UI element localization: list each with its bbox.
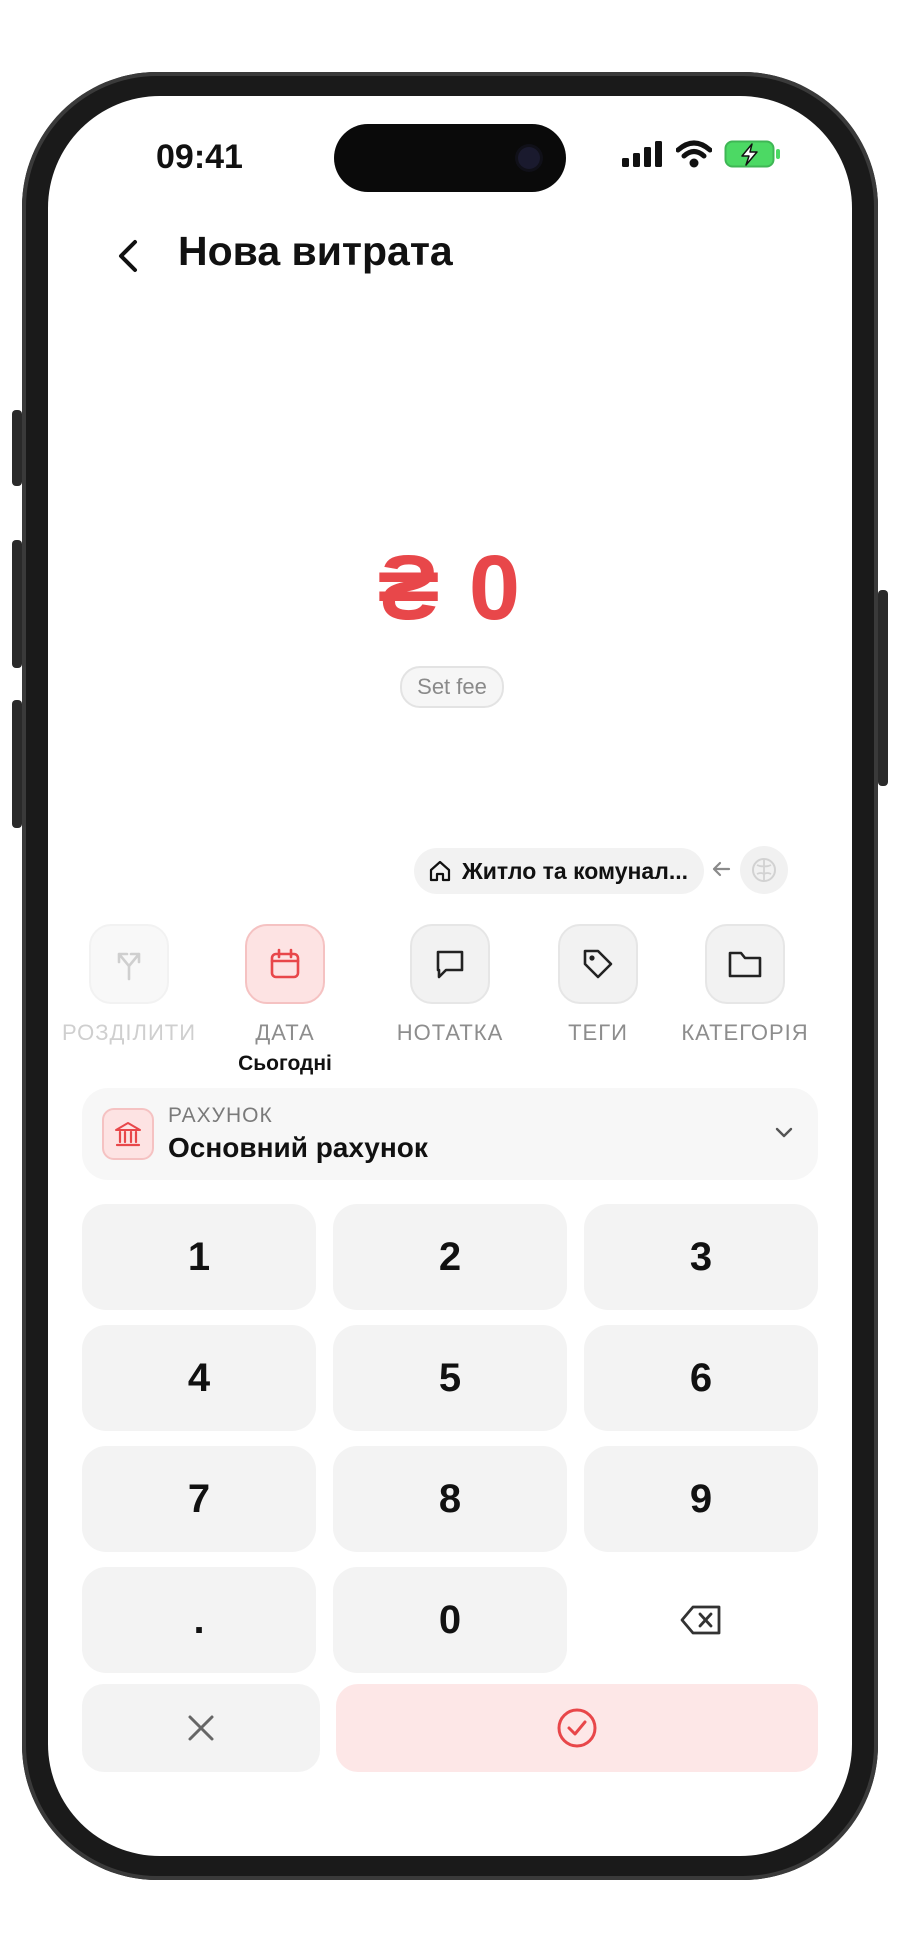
calendar-icon	[270, 948, 300, 979]
power-button	[878, 590, 888, 786]
category-label: КАТЕГОРІЯ	[681, 1020, 809, 1045]
arrow-left-icon	[710, 858, 732, 885]
volume-down-button	[12, 700, 22, 828]
key-decimal[interactable]: .	[82, 1567, 316, 1673]
backspace-button[interactable]	[584, 1567, 818, 1673]
ai-suggest-button[interactable]	[740, 846, 788, 894]
key-4[interactable]: 4	[82, 1325, 316, 1431]
key-9[interactable]: 9	[584, 1446, 818, 1552]
key-0[interactable]: 0	[333, 1567, 567, 1673]
front-camera	[518, 147, 540, 169]
date-label: ДАТА	[255, 1020, 315, 1045]
key-3[interactable]: 3	[584, 1204, 818, 1310]
category-suggestion-label: Житло та комунал...	[462, 857, 689, 884]
category-suggestion-chip[interactable]: Житло та комунал...	[414, 848, 705, 894]
close-icon	[188, 1715, 214, 1741]
chevron-left-icon	[119, 240, 137, 272]
confirm-button[interactable]	[336, 1684, 818, 1772]
split-arrow-icon	[117, 952, 141, 981]
note-label: НОТАТКА	[396, 1020, 504, 1045]
split-button[interactable]: РОЗДІЛИТИ	[54, 924, 204, 1046]
page-title: Нова витрата	[178, 228, 453, 274]
status-icons	[622, 140, 782, 168]
key-8[interactable]: 8	[333, 1446, 567, 1552]
cellular-signal-icon	[622, 141, 662, 167]
account-label: РАХУНОК	[168, 1104, 273, 1127]
brain-icon	[752, 858, 776, 882]
key-6[interactable]: 6	[584, 1325, 818, 1431]
message-icon	[436, 950, 464, 979]
key-5[interactable]: 5	[333, 1325, 567, 1431]
tags-button[interactable]: ТЕГИ	[523, 924, 673, 1046]
set-fee-button[interactable]: Set fee	[400, 666, 504, 708]
key-7[interactable]: 7	[82, 1446, 316, 1552]
volume-up-button	[12, 540, 22, 668]
tag-icon	[583, 949, 613, 979]
folder-icon	[728, 951, 762, 978]
amount-display[interactable]: ₴ 0	[48, 536, 852, 641]
date-button[interactable]: ДАТА Сьогодні	[210, 924, 360, 1076]
split-label: РОЗДІЛИТИ	[61, 1020, 197, 1045]
home-icon	[429, 860, 451, 882]
tags-label: ТЕГИ	[568, 1020, 628, 1045]
back-button[interactable]	[104, 226, 152, 286]
key-2[interactable]: 2	[333, 1204, 567, 1310]
battery-charging-icon	[724, 140, 780, 168]
wifi-icon	[676, 140, 712, 168]
key-1[interactable]: 1	[82, 1204, 316, 1310]
date-value: Сьогодні	[238, 1052, 332, 1075]
check-circle-icon	[557, 1708, 597, 1748]
app-screen: 09:41 Нова витрата ₴ 0 Set fee Житло та …	[48, 96, 852, 1856]
account-value: Основний рахунок	[168, 1132, 428, 1163]
category-button[interactable]: КАТЕГОРІЯ	[670, 924, 820, 1046]
chevron-down-icon	[772, 1120, 796, 1149]
note-button[interactable]: НОТАТКА	[375, 924, 525, 1046]
amount-value: 0	[468, 537, 523, 639]
silent-switch	[12, 410, 22, 486]
dynamic-island	[334, 124, 566, 192]
backspace-icon	[680, 1605, 721, 1635]
status-time: 09:41	[156, 138, 243, 176]
currency-symbol: ₴	[377, 537, 442, 639]
bank-icon	[102, 1108, 154, 1160]
cancel-button[interactable]	[82, 1684, 320, 1772]
account-selector[interactable]: РАХУНОК Основний рахунок	[82, 1088, 818, 1180]
